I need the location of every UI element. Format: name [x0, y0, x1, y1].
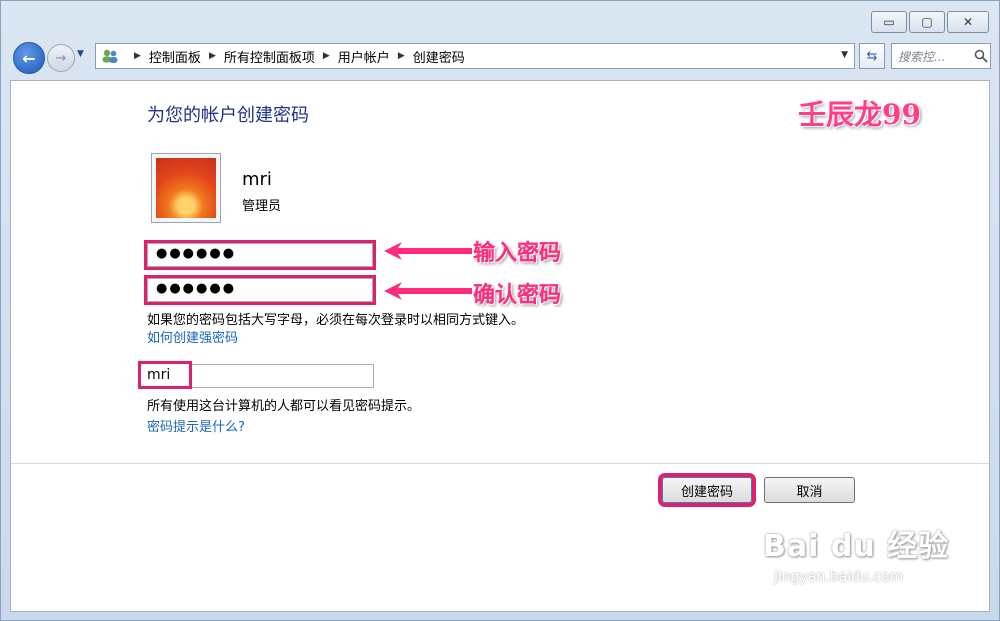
- back-arrow-icon: ←: [22, 48, 36, 68]
- close-button[interactable]: ✕: [947, 11, 989, 33]
- user-name: mri: [242, 169, 272, 190]
- user-role: 管理员: [242, 199, 282, 214]
- baidu-watermark-url: jingyan.baidu.com: [774, 569, 904, 585]
- maximize-button[interactable]: ▢: [909, 11, 945, 33]
- arrow-left-icon: [384, 242, 472, 260]
- minimize-button[interactable]: ▭: [871, 11, 907, 33]
- forward-arrow-icon: →: [55, 50, 67, 66]
- breadcrumb-control-panel[interactable]: 控制面板: [149, 47, 201, 66]
- control-panel-users-icon: [100, 47, 120, 65]
- arrow-left-icon: [384, 282, 472, 300]
- avatar: [151, 153, 221, 223]
- baidu-watermark-logo: Bai du 经验: [763, 529, 950, 564]
- confirm-password-input[interactable]: ●●●●●●: [144, 275, 376, 305]
- navigation-bar: ← → ▼ ▶ 控制面板 ▶ 所有控制面板项 ▶ 用户帐户 ▶ 创建密码 ▼ ⇆…: [11, 41, 991, 74]
- refresh-icon: ⇆: [866, 48, 878, 64]
- what-is-hint-link[interactable]: 密码提示是什么?: [147, 416, 245, 435]
- breadcrumb-separator-icon: ▶: [397, 51, 405, 61]
- breadcrumb-user-accounts[interactable]: 用户帐户: [338, 47, 390, 66]
- recent-pages-dropdown[interactable]: ▼: [77, 49, 89, 63]
- search-input[interactable]: 搜索控...: [898, 48, 972, 65]
- flower-avatar-icon: [156, 158, 216, 218]
- main-content: 为您的帐户创建密码 壬辰龙99 mri 管理员 ●●●●●● ●●●●●● 输入…: [10, 80, 990, 612]
- breadcrumb-separator-icon: ▶: [322, 51, 330, 61]
- address-bar[interactable]: ▶ 控制面板 ▶ 所有控制面板项 ▶ 用户帐户 ▶ 创建密码 ▼: [95, 43, 855, 69]
- annotation-enter-password: 输入密码: [473, 240, 562, 266]
- divider: [11, 463, 989, 464]
- create-password-button[interactable]: 创建密码: [658, 473, 756, 507]
- strong-password-link[interactable]: 如何创建强密码: [147, 327, 238, 346]
- password-hint-input[interactable]: mri: [138, 361, 192, 389]
- breadcrumb: ▶ 控制面板 ▶ 所有控制面板项 ▶ 用户帐户 ▶ 创建密码: [126, 47, 465, 66]
- page-title: 为您的帐户创建密码: [147, 105, 309, 126]
- new-password-input[interactable]: ●●●●●●: [144, 240, 376, 270]
- case-sensitivity-note: 如果您的密码包括大写字母，必须在每次登录时以相同方式键入。: [147, 313, 525, 328]
- window-controls: ▭ ▢ ✕: [871, 11, 989, 33]
- breadcrumb-separator-icon: ▶: [134, 51, 141, 61]
- refresh-button[interactable]: ⇆: [859, 43, 885, 69]
- search-box[interactable]: 搜索控...: [891, 43, 991, 69]
- window-frame: ▭ ▢ ✕ ← → ▼ ▶ 控制面板 ▶ 所有控制面板项 ▶ 用户帐户 ▶ 创建…: [0, 0, 1000, 621]
- forward-button[interactable]: →: [47, 44, 75, 72]
- annotation-confirm-password: 确认密码: [473, 282, 562, 308]
- breadcrumb-create-password[interactable]: 创建密码: [413, 47, 465, 66]
- author-watermark: 壬辰龙99: [798, 98, 921, 131]
- address-dropdown-icon[interactable]: ▼: [841, 50, 848, 60]
- hint-visibility-note: 所有使用这台计算机的人都可以看见密码提示。: [147, 399, 421, 414]
- search-icon[interactable]: [972, 47, 990, 65]
- breadcrumb-separator-icon: ▶: [208, 51, 216, 61]
- breadcrumb-all-items[interactable]: 所有控制面板项: [224, 47, 315, 66]
- back-button[interactable]: ←: [13, 42, 45, 74]
- cancel-button[interactable]: 取消: [764, 477, 855, 503]
